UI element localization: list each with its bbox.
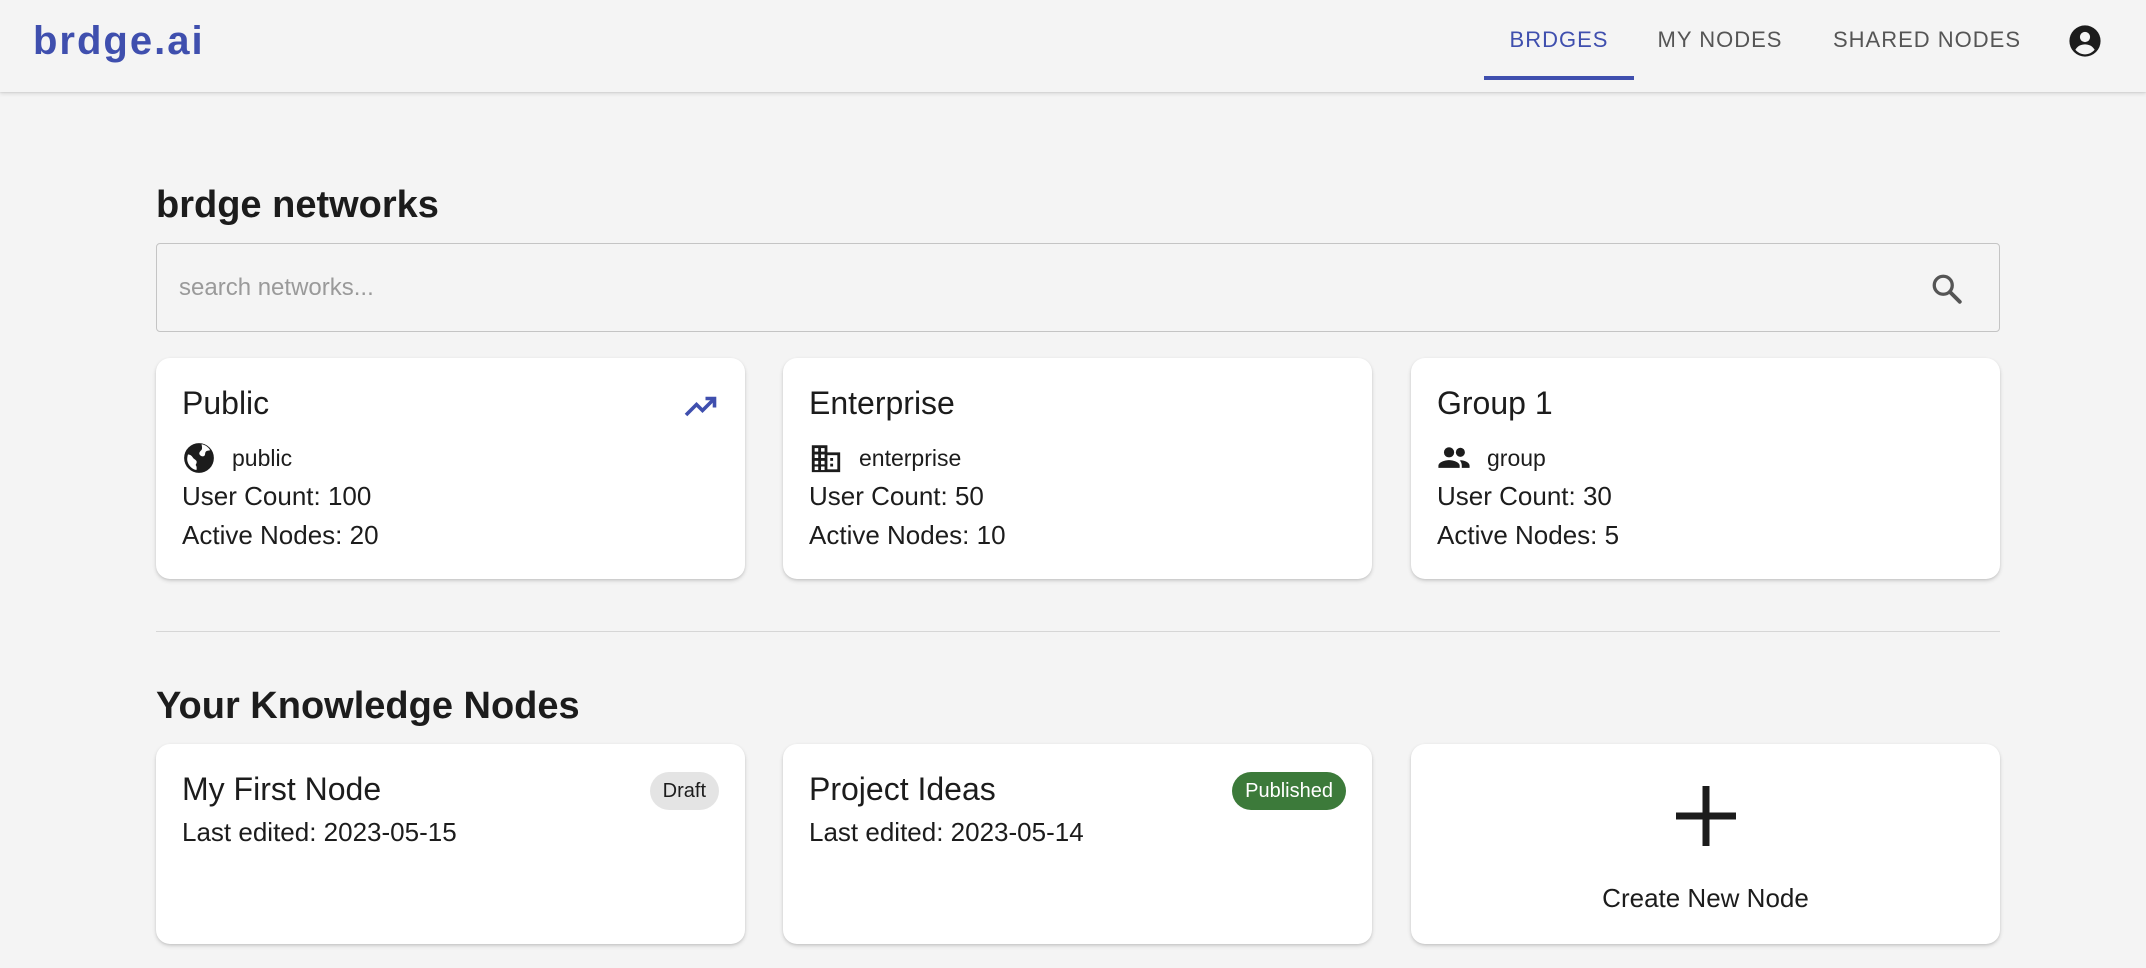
active-nodes: Active Nodes: 10 bbox=[809, 520, 1006, 550]
network-type-label: group bbox=[1487, 444, 1546, 471]
network-type-row: group bbox=[1437, 440, 1546, 476]
network-type-label: enterprise bbox=[859, 444, 962, 471]
globe-icon bbox=[184, 443, 214, 473]
group-icon bbox=[1438, 447, 1470, 468]
active-tab-indicator bbox=[1484, 76, 1634, 80]
user-count: User Count: 100 bbox=[182, 481, 372, 511]
network-name: Group 1 bbox=[1437, 385, 1553, 421]
search-input[interactable] bbox=[177, 244, 1877, 331]
last-edited: Last edited: 2023-05-14 bbox=[809, 817, 1084, 847]
network-card-enterprise[interactable]: Enterprise enterprise User Count: 50 Act… bbox=[783, 358, 1372, 579]
network-type-row: enterprise bbox=[809, 440, 961, 476]
tab-my-nodes-label: MY NODES bbox=[1657, 27, 1783, 52]
network-name: Enterprise bbox=[809, 385, 955, 421]
status-badge: Draft bbox=[649, 772, 719, 810]
network-type-row: public bbox=[182, 440, 292, 476]
last-edited: Last edited: 2023-05-15 bbox=[182, 817, 457, 847]
create-node-label: Create New Node bbox=[1602, 883, 1809, 913]
plus-icon bbox=[1675, 786, 1736, 846]
tab-brdges-label: BRDGES bbox=[1509, 27, 1609, 52]
tab-brdges[interactable]: BRDGES bbox=[1484, 0, 1634, 80]
tab-shared-nodes[interactable]: SHARED NODES bbox=[1814, 0, 2040, 80]
node-card-my-first-node[interactable]: My First Node Draft Last edited: 2023-05… bbox=[156, 744, 745, 944]
create-node-button[interactable]: Create New Node bbox=[1411, 744, 2000, 944]
search-icon[interactable] bbox=[1929, 271, 1965, 307]
user-count: User Count: 30 bbox=[1437, 481, 1612, 511]
active-nodes: Active Nodes: 5 bbox=[1437, 520, 1620, 550]
node-name: My First Node bbox=[182, 771, 382, 807]
top-app-bar: brdge.ai BRDGES MY NODES SHARED NODES bbox=[0, 0, 2146, 92]
node-name: Project Ideas bbox=[809, 771, 996, 807]
trending-up-icon bbox=[684, 396, 717, 417]
network-card-group-1[interactable]: Group 1 group User Count: 30 Active Node… bbox=[1411, 358, 2000, 579]
active-nodes: Active Nodes: 20 bbox=[182, 520, 379, 550]
brand-logo[interactable]: brdge.ai bbox=[33, 16, 205, 66]
account-circle-icon[interactable] bbox=[2068, 24, 2102, 58]
node-card-project-ideas[interactable]: Project Ideas Published Last edited: 202… bbox=[783, 744, 1372, 944]
section-divider bbox=[156, 631, 2000, 632]
networks-heading: brdge networks bbox=[156, 184, 439, 226]
tab-shared-nodes-label: SHARED NODES bbox=[1832, 27, 2022, 52]
network-name: Public bbox=[182, 385, 270, 421]
building-icon bbox=[811, 445, 841, 473]
knowledge-nodes-heading: Your Knowledge Nodes bbox=[156, 685, 580, 727]
tab-my-nodes[interactable]: MY NODES bbox=[1634, 0, 1806, 80]
network-type-label: public bbox=[232, 444, 293, 471]
search-box bbox=[156, 243, 2000, 332]
network-card-public[interactable]: Public public User Count: 100 Active Nod… bbox=[156, 358, 745, 579]
user-count: User Count: 50 bbox=[809, 481, 984, 511]
status-badge: Published bbox=[1232, 772, 1346, 810]
